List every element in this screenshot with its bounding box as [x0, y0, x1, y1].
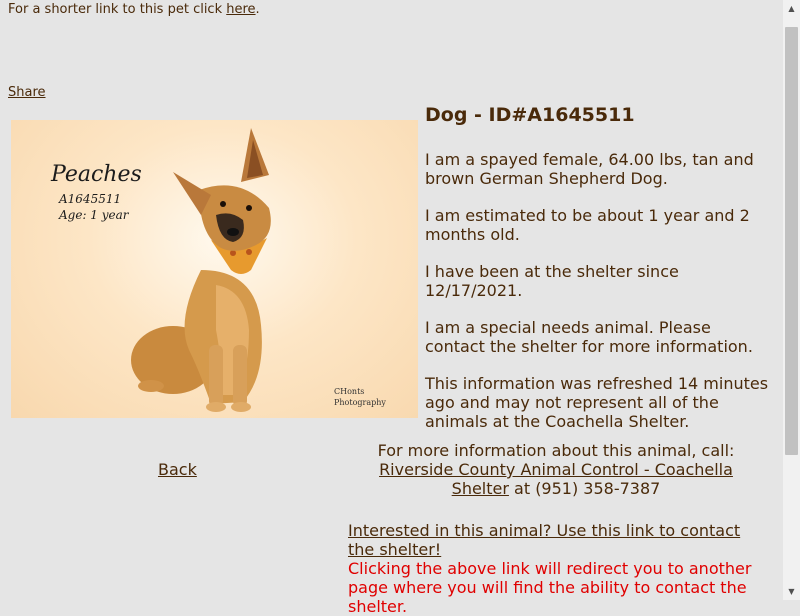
desc-line: I am estimated to be about 1 year and 2 … — [425, 206, 750, 244]
shelter-phone: at (951) 358-7387 — [508, 479, 661, 498]
interest-section: Interested in this animal? Use this link… — [348, 521, 764, 616]
pet-photo-id: A1645511 — [59, 192, 122, 206]
pet-photo: Peaches A1645511 Age: 1 year CHonts Phot… — [11, 120, 418, 418]
pet-title: Dog - ID#A1645511 — [425, 104, 635, 126]
pet-photo-name: Peaches — [51, 162, 142, 187]
scroll-down-arrow-icon[interactable]: ▼ — [783, 583, 800, 600]
photo-credit: CHonts Photography — [334, 386, 386, 408]
photo-credit-line1: CHonts — [334, 387, 365, 396]
contact-shelter-link[interactable]: Interested in this animal? Use this link… — [348, 521, 740, 559]
pet-photo-age: Age: 1 year — [59, 208, 129, 222]
contact-info: For more information about this animal, … — [348, 441, 764, 498]
desc-line: I have been at the shelter since 12/17/2… — [425, 262, 679, 300]
back-link[interactable]: Back — [158, 460, 197, 479]
vertical-scrollbar[interactable]: ▲ ▼ — [783, 0, 800, 600]
desc-line: This information was refreshed 14 minute… — [425, 374, 769, 431]
short-link-suffix: . — [255, 2, 260, 17]
pet-description: I am a spayed female, 64.00 lbs, tan and… — [425, 150, 775, 449]
short-link-line: For a shorter link to this pet click her… — [8, 2, 260, 17]
scrollbar-thumb[interactable] — [785, 27, 798, 455]
redirect-note: Clicking the above link will redirect yo… — [348, 559, 752, 616]
short-link-prefix: For a shorter link to this pet click — [8, 2, 227, 17]
photo-credit-line2: Photography — [334, 398, 386, 407]
desc-line: I am a spayed female, 64.00 lbs, tan and… — [425, 150, 754, 188]
short-link-here[interactable]: here — [226, 2, 255, 17]
share-link[interactable]: Share — [8, 85, 46, 100]
desc-line: I am a special needs animal. Please cont… — [425, 318, 753, 356]
scroll-up-arrow-icon[interactable]: ▲ — [783, 0, 800, 17]
contact-intro: For more information about this animal, … — [377, 441, 735, 460]
